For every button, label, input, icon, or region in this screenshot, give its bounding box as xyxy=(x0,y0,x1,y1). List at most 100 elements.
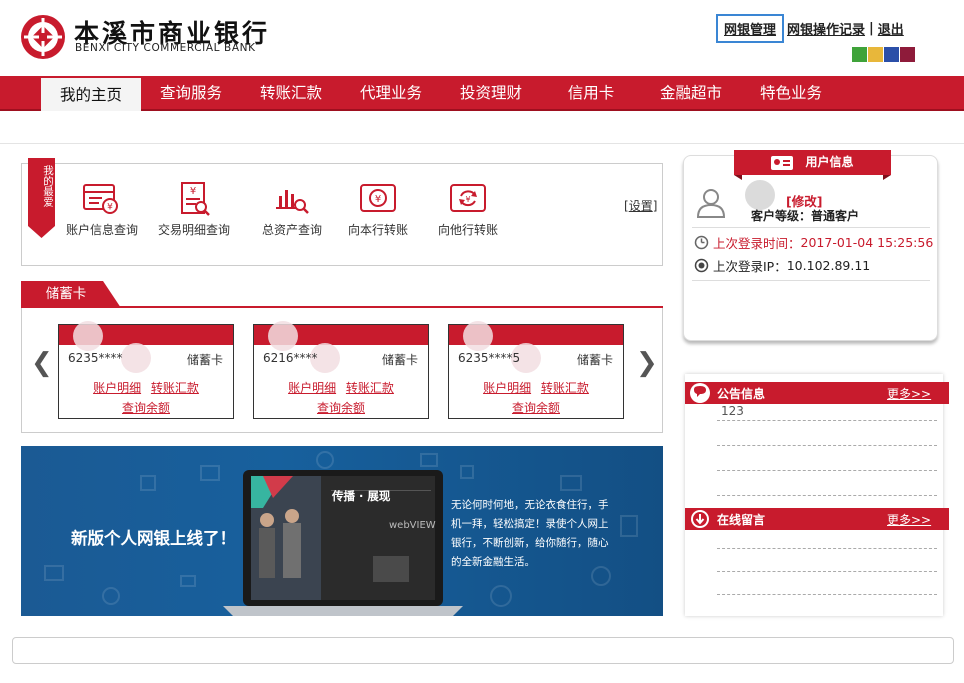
user-info-title-text: 用户信息 xyxy=(805,155,854,169)
fav-label: 向本行转账 xyxy=(347,223,408,237)
debit-card-carousel: ❮ ❯ 6235**** 储蓄卡 账户明细 转账汇款 查询余额 6216****… xyxy=(21,308,663,433)
message-header: 在线留言 更多>> xyxy=(685,508,949,530)
dashed-divider xyxy=(717,548,937,549)
transfer-link[interactable]: 转账汇款 xyxy=(541,381,589,395)
query-balance-link[interactable]: 查询余额 xyxy=(317,401,365,415)
transfer-link[interactable]: 转账汇款 xyxy=(346,381,394,395)
download-circle-icon xyxy=(691,510,709,528)
tab-home[interactable]: 我的主页 xyxy=(41,76,141,111)
divider xyxy=(692,280,930,281)
account-detail-link[interactable]: 账户明细 xyxy=(93,381,141,395)
fav-transfer-same-bank[interactable]: ¥ 向本行转账 xyxy=(338,182,418,238)
ops-record-link[interactable]: 网银操作记录 xyxy=(787,19,865,38)
top-links: 网银管理 网银操作记录 | 退出 xyxy=(716,13,904,43)
query-balance-link[interactable]: 查询余额 xyxy=(122,401,170,415)
carousel-prev-icon[interactable]: ❮ xyxy=(31,348,53,378)
svg-text:¥: ¥ xyxy=(465,195,470,204)
card-links: 账户明细 转账汇款 xyxy=(449,379,623,396)
tab-transfer[interactable]: 转账汇款 xyxy=(241,76,341,111)
svg-text:¥: ¥ xyxy=(107,203,113,213)
card-type: 储蓄卡 xyxy=(381,353,418,367)
theme-swatches xyxy=(852,47,915,62)
dashed-divider xyxy=(717,420,937,421)
query-balance-link[interactable]: 查询余额 xyxy=(512,401,560,415)
customer-level: 客户等级：普通客户 xyxy=(751,207,859,224)
dashed-divider xyxy=(717,445,937,446)
main-nav: 我的主页 查询服务 转账汇款 代理业务 投资理财 信用卡 金融超市 特色业务 xyxy=(0,76,964,111)
masked-username xyxy=(745,180,775,210)
fav-total-assets[interactable]: 总资产查询 xyxy=(252,182,332,238)
level-value: 普通客户 xyxy=(811,209,860,223)
theme-swatch-green[interactable] xyxy=(852,47,867,62)
transaction-detail-icon: ¥ xyxy=(181,182,210,216)
banner-copy: 无论何时何地，无论衣食住行，手机一拜，轻松搞定！录使个人网上银行，不断创新，给你… xyxy=(451,499,609,568)
footer-bar xyxy=(12,637,954,664)
fav-account-info[interactable]: ¥ 账户信息查询 xyxy=(62,182,142,238)
transfer-link[interactable]: 转账汇款 xyxy=(151,381,199,395)
tab-finance-market[interactable]: 金融超市 xyxy=(641,76,741,111)
transfer-same-bank-icon: ¥ xyxy=(360,184,396,212)
svg-text:¥: ¥ xyxy=(375,194,381,205)
last-login-value: 2017-01-04 15:25:56 xyxy=(800,235,934,250)
last-login-label: 上次登录时间： xyxy=(713,236,801,251)
transfer-other-bank-icon: ¥ xyxy=(450,184,486,212)
notice-more-link[interactable]: 更多>> xyxy=(887,385,931,402)
tab-credit-card[interactable]: 信用卡 xyxy=(541,76,641,111)
header: 本溪市商业银行 BENXI CITY COMMERCIAL BANK 网银管理 … xyxy=(0,0,964,76)
clock-icon xyxy=(694,235,709,250)
masked-blob xyxy=(121,343,151,373)
sub-nav-bar xyxy=(0,112,964,144)
divider xyxy=(692,227,930,228)
card-type: 储蓄卡 xyxy=(576,353,613,367)
fav-label: 总资产查询 xyxy=(261,223,322,237)
masked-blob xyxy=(463,321,493,351)
tab-agency[interactable]: 代理业务 xyxy=(341,76,441,111)
id-card-icon xyxy=(771,155,794,170)
favorites-panel: 我的最爱 ¥ 账户信息查询 ¥ 交易明细查询 总资产查询 ¥ 向本行转账 ¥ 向… xyxy=(21,158,663,266)
ebank-manage-link[interactable]: 网银管理 xyxy=(716,13,785,43)
favorites-setting-link[interactable]: [设置] xyxy=(624,197,657,214)
account-detail-link[interactable]: 账户明细 xyxy=(288,381,336,395)
theme-swatch-yellow[interactable] xyxy=(868,47,883,62)
carousel-next-icon[interactable]: ❯ xyxy=(636,348,658,378)
dashed-divider xyxy=(717,594,937,595)
logout-link[interactable]: 退出 xyxy=(878,19,904,38)
tab-query[interactable]: 查询服务 xyxy=(141,76,241,111)
debit-card: 6216**** 储蓄卡 账户明细 转账汇款 查询余额 xyxy=(253,321,429,419)
link-separator: | xyxy=(869,20,874,36)
account-detail-link[interactable]: 账户明细 xyxy=(483,381,531,395)
masked-blob xyxy=(73,321,103,351)
screen-title-1: 传播 xyxy=(332,489,355,503)
tab-investment[interactable]: 投资理财 xyxy=(441,76,541,111)
theme-swatch-blue[interactable] xyxy=(884,47,899,62)
dashed-divider xyxy=(717,495,937,496)
fav-label: 向他行转账 xyxy=(437,223,498,237)
fav-transfer-other-bank[interactable]: ¥ 向他行转账 xyxy=(428,182,508,238)
theme-swatch-maroon[interactable] xyxy=(900,47,915,62)
account-info-icon: ¥ xyxy=(83,184,118,214)
card-balance: 查询余额 xyxy=(449,399,623,416)
notice-title: 公告信息 xyxy=(717,387,766,401)
notice-panel: 公告信息 更多>> 123 在线留言 更多>> xyxy=(685,374,949,616)
user-avatar-icon xyxy=(696,189,726,218)
card-links: 账户明细 转账汇款 xyxy=(254,379,428,396)
fav-transaction-detail[interactable]: ¥ 交易明细查询 xyxy=(154,182,234,238)
last-login-ip: 上次登录IP： 10.102.89.11 xyxy=(694,256,870,275)
debit-card: 6235**** 储蓄卡 账户明细 转账汇款 查询余额 xyxy=(58,321,234,419)
fav-label: 交易明细查询 xyxy=(157,223,230,237)
screen-title-2: 展现 xyxy=(367,489,391,503)
setting-label: 设置 xyxy=(628,199,653,213)
debit-card: 6235****5 储蓄卡 账户明细 转账汇款 查询余额 xyxy=(448,321,624,419)
notice-item[interactable]: 123 xyxy=(721,404,744,418)
card-number: 6216**** xyxy=(263,351,318,365)
total-assets-icon xyxy=(276,190,309,214)
last-ip-label: 上次登录IP： xyxy=(713,259,787,274)
promo-banner[interactable]: 新版个人网银上线了！ 传播 · 展现 webVIEW 无论何时何地，无论衣食住行… xyxy=(21,446,663,616)
screen-logo: webVIEW xyxy=(389,520,436,531)
masked-blob xyxy=(268,321,298,351)
debit-card-tab[interactable]: 储蓄卡 xyxy=(21,281,111,308)
card-type: 储蓄卡 xyxy=(186,353,223,367)
last-login-time: 上次登录时间： 2017-01-04 15:25:56 xyxy=(694,233,933,252)
tab-featured[interactable]: 特色业务 xyxy=(741,76,841,111)
message-more-link[interactable]: 更多>> xyxy=(887,511,931,528)
